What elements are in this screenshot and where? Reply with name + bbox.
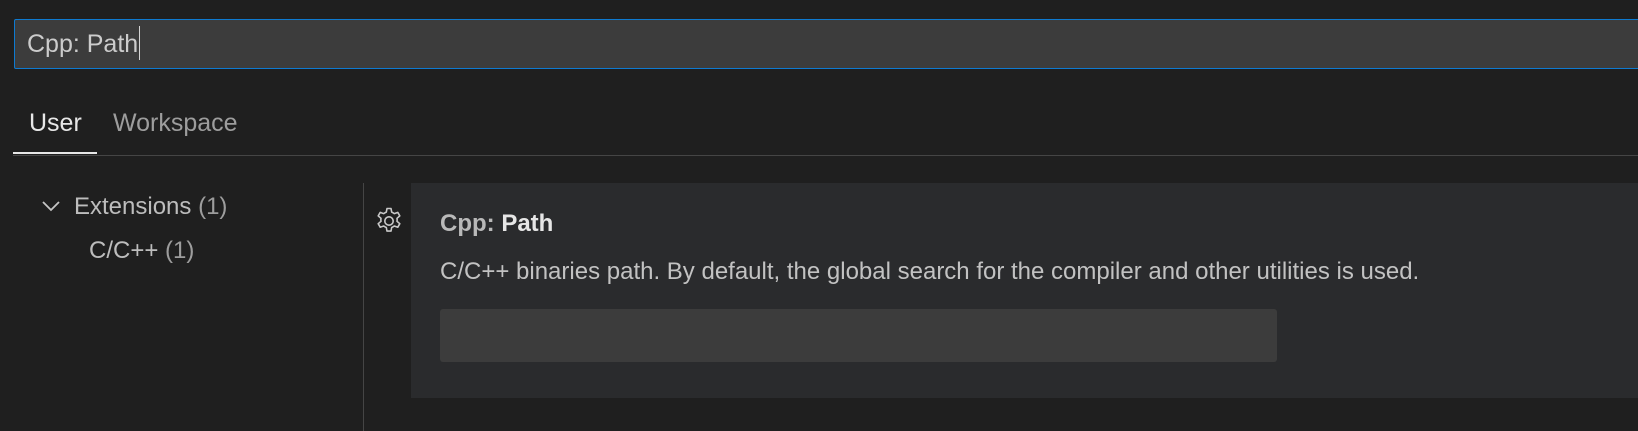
- settings-table-of-contents: Extensions (1) C/C++ (1): [0, 183, 364, 431]
- setting-description: C/C++ binaries path. By default, the glo…: [440, 258, 1420, 285]
- tab-workspace-label: Workspace: [113, 109, 238, 137]
- setting-category: Cpp:: [440, 210, 502, 237]
- settings-search-box[interactable]: Cpp: Path: [14, 19, 1638, 69]
- toc-item-extensions-label: Extensions: [74, 193, 192, 220]
- settings-search-input[interactable]: Cpp: Path: [27, 20, 141, 68]
- settings-scope-tabs: User Workspace: [13, 95, 1638, 156]
- setting-value-input[interactable]: [440, 309, 1277, 362]
- toc-item-cpp-count: (1): [165, 237, 195, 264]
- text-caret: [139, 26, 141, 61]
- toc-item-extensions-count: (1): [198, 193, 228, 220]
- tab-user-label: User: [29, 109, 82, 137]
- setting-name: Path: [501, 210, 554, 237]
- setting-title: Cpp: Path: [440, 210, 553, 238]
- tab-user[interactable]: User: [13, 95, 97, 154]
- toc-item-cpp-label: C/C++: [89, 237, 159, 264]
- tab-workspace[interactable]: Workspace: [97, 95, 254, 154]
- settings-editor: Cpp: Path User Workspace Extensions (1) …: [0, 0, 1638, 431]
- toc-item-extensions[interactable]: Extensions (1): [40, 191, 227, 223]
- setting-item-cpp-path: Cpp: Path C/C++ binaries path. By defaul…: [411, 183, 1638, 398]
- search-input-text: Cpp: Path: [27, 30, 139, 58]
- chevron-down-icon: [42, 201, 60, 211]
- toc-item-cpp[interactable]: C/C++ (1): [89, 235, 194, 267]
- gear-icon[interactable]: [374, 206, 404, 236]
